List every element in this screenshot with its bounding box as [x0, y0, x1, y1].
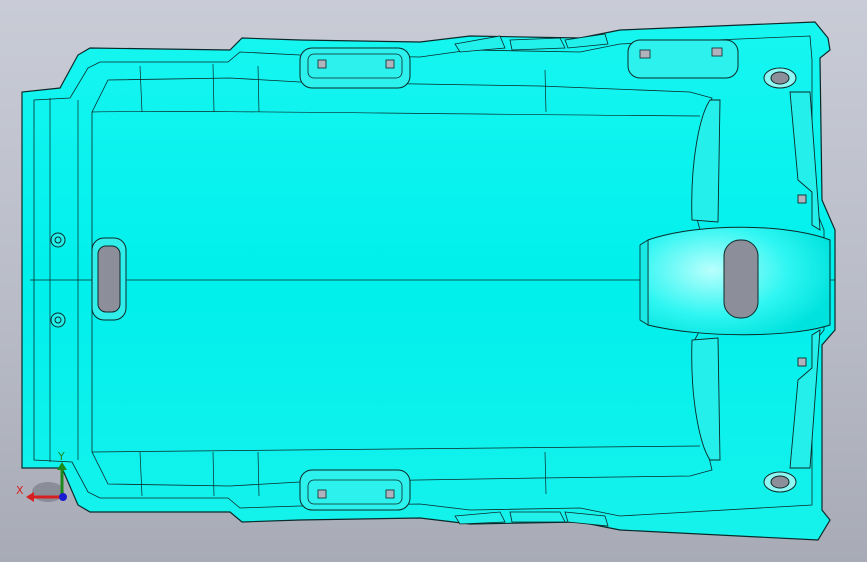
graphics-viewport[interactable]: X Y	[0, 0, 867, 562]
triad-x-arrow	[26, 492, 34, 502]
triad-z-axis	[59, 493, 67, 501]
triad-x-label: X	[16, 484, 24, 497]
triad-base	[32, 482, 64, 502]
rear-grip-cutout	[97, 245, 121, 313]
cad-model-view[interactable]	[0, 0, 867, 562]
grab-handle-top-left[interactable]	[299, 47, 411, 89]
grab-handle-top-right[interactable]	[627, 39, 739, 79]
grab-handle-bottom-left[interactable]	[299, 469, 411, 511]
rear-grip-slot[interactable]	[91, 237, 127, 321]
dome-light-bulge[interactable]	[639, 226, 831, 336]
triad-y-label: Y	[58, 450, 65, 463]
dome-light-cutout	[723, 239, 759, 319]
